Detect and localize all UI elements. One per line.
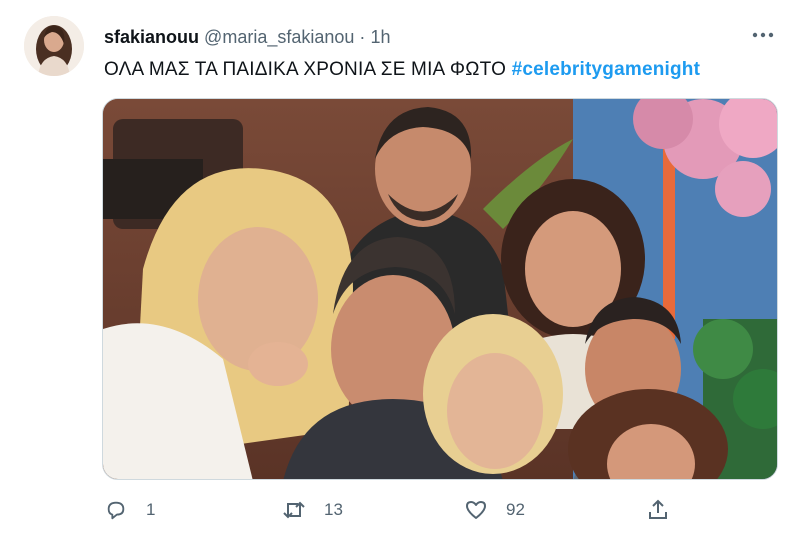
reply-icon	[104, 498, 128, 522]
separator: ·	[359, 27, 366, 47]
heart-icon	[464, 498, 488, 522]
share-icon	[646, 498, 670, 522]
more-icon	[752, 32, 774, 38]
avatar-image	[24, 16, 84, 76]
tweet-text: ΟΛΑ ΜΑΣ ΤΑ ΠΑΙΔΙΚΑ ΧΡΟΝΙΑ ΣΕ ΜΙΑ ΦΩΤΟ #c…	[104, 58, 700, 82]
like-count: 92	[506, 500, 525, 519]
tweet-actions: 1 13 92	[0, 494, 800, 526]
retweet-icon	[282, 498, 306, 522]
more-options-button[interactable]	[748, 23, 778, 47]
avatar[interactable]	[24, 16, 84, 76]
user-handle[interactable]: @maria_sfakianou	[204, 27, 354, 47]
reply-count: 1	[146, 500, 156, 519]
like-button[interactable]: 92	[464, 494, 525, 526]
retweet-count: 13	[324, 500, 343, 519]
retweet-button[interactable]: 13	[282, 494, 343, 526]
tweet-header: sfakianouu @maria_sfakianou · 1h	[104, 26, 390, 48]
tweet-body: ΟΛΑ ΜΑΣ ΤΑ ΠΑΙΔΙΚΑ ΧΡΟΝΙΑ ΣΕ ΜΙΑ ΦΩΤΟ	[104, 59, 507, 80]
tweet[interactable]: sfakianouu @maria_sfakianou · 1h ΟΛΑ ΜΑΣ…	[0, 0, 800, 540]
display-name[interactable]: sfakianouu	[104, 27, 199, 47]
group-selfie-photo	[103, 99, 777, 479]
share-button[interactable]	[646, 494, 670, 526]
tweet-photo[interactable]	[102, 98, 778, 480]
reply-button[interactable]: 1	[104, 494, 155, 526]
timestamp[interactable]: 1h	[370, 27, 390, 47]
hashtag-link[interactable]: #celebritygamenight	[512, 59, 701, 80]
